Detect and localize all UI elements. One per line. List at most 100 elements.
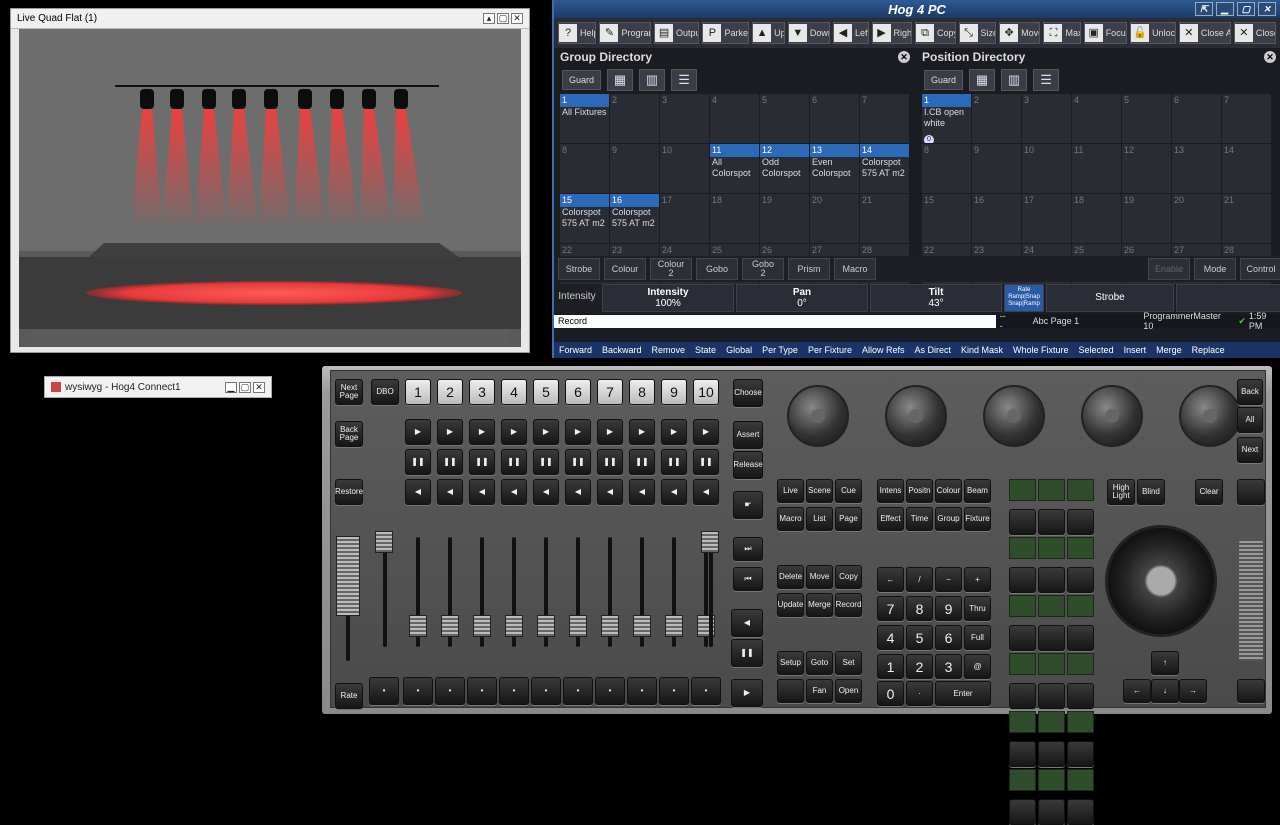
moving-light-fixture[interactable] [394, 89, 408, 109]
moving-light-fixture[interactable] [202, 89, 216, 109]
trackball[interactable] [1105, 525, 1217, 637]
wysiwyg-titlebar[interactable]: Live Quad Flat (1) ▴ ▢ ✕ [11, 9, 529, 29]
lcd-button-3-2[interactable] [1067, 683, 1094, 709]
group-cell[interactable]: 17 [660, 194, 709, 243]
merge-key[interactable]: Merge [806, 593, 833, 617]
right-arrow-key[interactable]: → [1179, 679, 1207, 703]
colour-key[interactable]: Colour [935, 479, 962, 503]
master-flash-1[interactable]: • [403, 677, 433, 705]
master-pause-3[interactable]: ❚❚ [469, 449, 495, 475]
toolbar-close-button[interactable]: ✕Close [1233, 22, 1277, 44]
keypad-3-0[interactable]: 1 [877, 654, 904, 679]
master-back-5[interactable]: ◀ [533, 479, 559, 505]
scene-key[interactable]: Scene [806, 479, 833, 503]
copy-key[interactable]: Copy [835, 565, 862, 589]
softkey-allow-refs[interactable]: Allow Refs [857, 345, 910, 355]
position-cell[interactable]: 7 [1222, 94, 1271, 143]
master-flash-4[interactable]: • [499, 677, 529, 705]
lcd-button-5-0[interactable] [1009, 799, 1036, 825]
keypad-3-2[interactable]: 3 [935, 654, 962, 679]
choose-key[interactable]: Choose [733, 379, 763, 407]
spare-key[interactable] [1237, 479, 1265, 505]
master-fader-4[interactable] [505, 615, 523, 637]
toolbar-left-button[interactable]: ◀ Left [832, 22, 869, 44]
guard-button[interactable]: Guard [562, 70, 602, 90]
record-key[interactable]: Record [835, 593, 862, 617]
close-button[interactable]: ✕ [253, 381, 265, 393]
clear-key[interactable]: Clear [1195, 479, 1223, 505]
group-cell[interactable]: 2 [610, 94, 659, 143]
skip-back-key[interactable]: ⏮ [733, 567, 763, 591]
back-page-key[interactable]: Back Page [335, 421, 363, 447]
master-pause-4[interactable]: ❚❚ [501, 449, 527, 475]
position-cell[interactable]: 2 [972, 94, 1021, 143]
master-back-3[interactable]: ◀ [469, 479, 495, 505]
Set-key[interactable]: Set [835, 651, 862, 675]
keypad-1-0[interactable]: 7 [877, 596, 904, 621]
keypad-1-1[interactable]: 8 [906, 596, 933, 621]
position-cell[interactable]: 16 [972, 194, 1021, 243]
encoder-wheel-2[interactable] [885, 385, 947, 447]
master-back-1[interactable]: ◀ [405, 479, 431, 505]
toolbar-right-button[interactable]: ▶Right [871, 22, 913, 44]
softkey-per-fixture[interactable]: Per Fixture [803, 345, 857, 355]
skip-forward-key[interactable]: ⏭ [733, 537, 763, 561]
position-cell[interactable]: 4 [1072, 94, 1121, 143]
group-cell[interactable]: 13 Even Colorspot [810, 144, 859, 193]
fixture-key[interactable]: Fixture [964, 507, 991, 531]
keypad-3-1[interactable]: 2 [906, 654, 933, 679]
restore-button[interactable]: ▢ [497, 13, 509, 24]
softkey-remove[interactable]: Remove [647, 345, 691, 355]
keypad-0-1[interactable]: / [906, 567, 933, 592]
beam-key[interactable]: Beam [964, 479, 991, 503]
softkey-insert[interactable]: Insert [1119, 345, 1152, 355]
kind-gobo-button[interactable]: Gobo [696, 258, 738, 280]
toolbar-program-button[interactable]: ✎Program [599, 22, 652, 44]
master-go-3[interactable]: ▶ [469, 419, 495, 445]
maximize-icon[interactable]: ▢ [1237, 2, 1255, 16]
master-go-6[interactable]: ▶ [565, 419, 591, 445]
encoder-wheel-5[interactable] [1179, 385, 1241, 447]
options-icon[interactable]: ☰ [671, 69, 698, 91]
minimize-icon[interactable]: ▁ [1216, 2, 1234, 16]
softkey-whole-fixture[interactable]: Whole Fixture [1008, 345, 1074, 355]
position-cell[interactable]: 14 [1222, 144, 1271, 193]
control-button[interactable]: Control [1240, 258, 1280, 280]
keypad-0-2[interactable]: − [935, 567, 962, 592]
lcd-button-5-2[interactable] [1067, 799, 1094, 825]
master-flash-3[interactable]: • [467, 677, 497, 705]
lcd-button-4-0[interactable] [1009, 741, 1036, 767]
group-key[interactable]: Group [935, 507, 962, 531]
enter-key[interactable]: Enter [935, 681, 991, 706]
master-fader-3[interactable] [473, 615, 491, 637]
main-pause-key[interactable]: ❚❚ [731, 639, 763, 667]
toolbar-move-button[interactable]: ✥Move [999, 22, 1041, 44]
group-cell[interactable]: 7 [860, 94, 909, 143]
guard-button[interactable]: Guard [924, 70, 964, 90]
grid-view-icon[interactable]: ▦ [607, 69, 634, 91]
master-choose-9[interactable]: 9 [661, 379, 687, 405]
hand-icon-key[interactable]: ☛ [733, 491, 763, 519]
all-key[interactable]: All [1237, 407, 1263, 433]
tilt-param[interactable]: Tilt 43° [870, 284, 1002, 312]
master-pause-1[interactable]: ❚❚ [405, 449, 431, 475]
assert-key[interactable]: Assert [733, 421, 763, 449]
toolbar-copy-button[interactable]: ⧉Copy [915, 22, 956, 44]
toolbar-size-button[interactable]: ⤡Size [958, 22, 997, 44]
group-cell[interactable]: 21 [860, 194, 909, 243]
encoder-wheel-3[interactable] [983, 385, 1045, 447]
grand-master-fader[interactable] [336, 536, 360, 616]
keypad-0-3[interactable]: + [964, 567, 991, 592]
group-cell[interactable]: 19 [760, 194, 809, 243]
position-cell[interactable]: 13 [1172, 144, 1221, 193]
master-go-10[interactable]: ▶ [693, 419, 719, 445]
position-cell[interactable]: 18 [1072, 194, 1121, 243]
master-flash-10[interactable]: • [691, 677, 721, 705]
main-back-key[interactable]: ◀ [731, 609, 763, 637]
moving-light-fixture[interactable] [170, 89, 184, 109]
keypad-3-3[interactable]: @ [964, 654, 991, 679]
toolbar-unlock-button[interactable]: 🔓Unlock [1130, 22, 1176, 44]
enable-button[interactable]: Enable [1148, 258, 1190, 280]
group-cell[interactable]: 3 [660, 94, 709, 143]
group-cell[interactable]: 14 Colorspot 575 AT m2 [860, 144, 909, 193]
